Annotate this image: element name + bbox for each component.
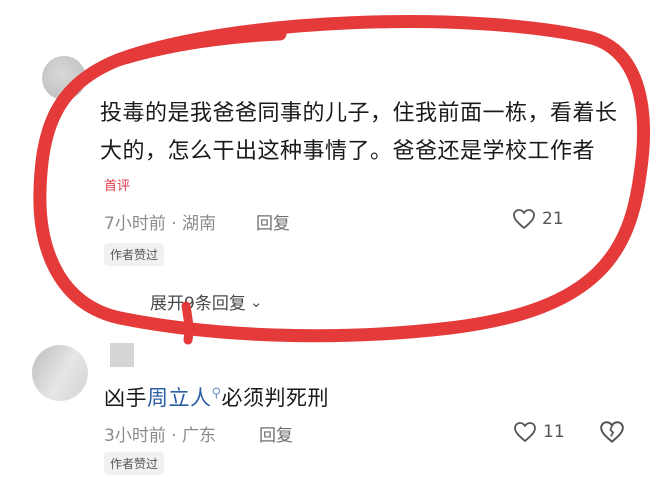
author-liked-tag: 作者赞过: [104, 452, 165, 475]
chevron-down-icon: ⌄: [249, 292, 263, 311]
annotation-circle: [33, 15, 650, 345]
heart-icon: [514, 422, 536, 442]
reply-button[interactable]: 回复: [259, 421, 293, 446]
comment-text: 投毒的是我爸爸同事的儿子，住我前面一栋，看着长大的，怎么干出这种事情了。爸爸还是…: [100, 101, 618, 164]
like-button[interactable]: 21: [512, 208, 564, 230]
author-liked-tag: 作者赞过: [104, 243, 165, 266]
expand-replies-button[interactable]: 展开9条回复 ⌄: [150, 289, 263, 315]
like-button[interactable]: 11: [513, 421, 565, 443]
like-count: 21: [542, 209, 564, 229]
broken-heart-icon: [600, 421, 624, 443]
comment-meta: 7小时前 · 湖南: [104, 214, 217, 234]
first-comment-badge: 首评: [104, 179, 131, 194]
like-count: 11: [543, 422, 565, 442]
comment-text-suffix: 必须判死刑: [221, 386, 330, 410]
search-link[interactable]: 周立人: [147, 386, 212, 410]
comment-text: 凶手周立人⚲必须判死刑: [104, 382, 329, 412]
username-redacted: [110, 343, 134, 367]
comment-text-prefix: 凶手: [104, 386, 147, 410]
avatar[interactable]: [32, 345, 88, 401]
avatar[interactable]: [42, 56, 86, 100]
reply-button[interactable]: 回复: [256, 209, 290, 234]
heart-icon: [513, 209, 535, 229]
expand-replies-label: 展开9条回复: [150, 294, 246, 314]
dislike-button[interactable]: [599, 420, 625, 448]
comment-meta: 3小时前 · 广东: [104, 426, 217, 446]
search-icon[interactable]: ⚲: [212, 386, 222, 401]
